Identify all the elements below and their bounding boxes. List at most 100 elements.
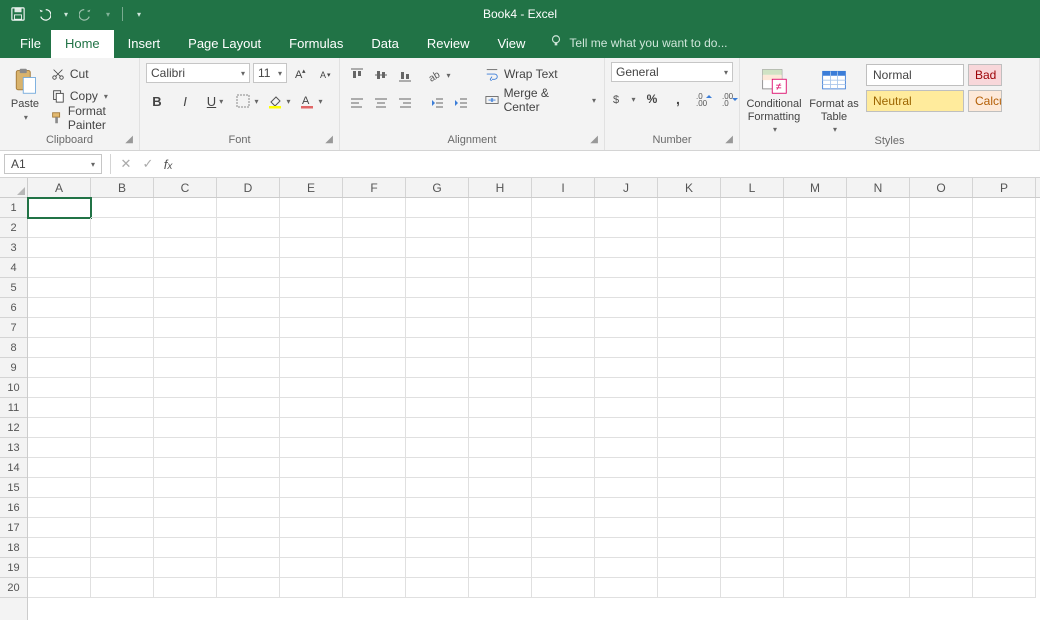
cell[interactable] (28, 398, 91, 418)
cell[interactable] (910, 458, 973, 478)
cell[interactable] (217, 558, 280, 578)
cell[interactable] (595, 258, 658, 278)
cell[interactable] (154, 518, 217, 538)
alignment-launcher-icon[interactable]: ◢ (590, 134, 598, 145)
align-middle-icon[interactable] (370, 64, 392, 86)
comma-button[interactable]: , (667, 88, 689, 110)
cell[interactable] (217, 378, 280, 398)
cell[interactable] (973, 438, 1036, 458)
column-header[interactable]: E (280, 178, 343, 197)
cell[interactable] (658, 258, 721, 278)
cell[interactable] (91, 538, 154, 558)
cell[interactable] (658, 318, 721, 338)
cell[interactable] (721, 438, 784, 458)
cell[interactable] (595, 358, 658, 378)
cell[interactable] (280, 358, 343, 378)
cell[interactable] (91, 258, 154, 278)
cell[interactable] (784, 238, 847, 258)
cell[interactable] (91, 218, 154, 238)
style-calculation[interactable]: Calculation (968, 90, 1002, 112)
align-bottom-icon[interactable] (394, 64, 416, 86)
cell[interactable] (784, 458, 847, 478)
cell[interactable] (280, 498, 343, 518)
cell[interactable] (406, 518, 469, 538)
cell[interactable] (658, 298, 721, 318)
row-header[interactable]: 20 (0, 578, 27, 598)
cell[interactable] (343, 578, 406, 598)
cell[interactable] (532, 258, 595, 278)
merge-center-button[interactable]: Merge & Center ▾ (482, 90, 598, 110)
cell[interactable] (469, 558, 532, 578)
cell[interactable] (406, 418, 469, 438)
cell[interactable] (532, 218, 595, 238)
cell[interactable] (532, 318, 595, 338)
cell[interactable] (91, 298, 154, 318)
cell[interactable] (217, 538, 280, 558)
select-all-corner[interactable] (0, 178, 28, 198)
cell[interactable] (280, 338, 343, 358)
cell[interactable] (973, 198, 1036, 218)
cell[interactable] (469, 458, 532, 478)
column-header[interactable]: O (910, 178, 973, 197)
cell[interactable] (469, 298, 532, 318)
cell[interactable] (28, 378, 91, 398)
wrap-text-button[interactable]: Wrap Text (482, 64, 598, 84)
cell[interactable] (910, 498, 973, 518)
cell[interactable] (595, 298, 658, 318)
style-bad[interactable]: Bad (968, 64, 1002, 86)
cell[interactable] (28, 498, 91, 518)
cell[interactable] (910, 238, 973, 258)
cell[interactable] (280, 398, 343, 418)
cell[interactable] (721, 198, 784, 218)
decrease-indent-icon[interactable] (426, 92, 448, 114)
cell[interactable] (658, 438, 721, 458)
cell[interactable] (217, 438, 280, 458)
cell[interactable] (532, 358, 595, 378)
cell[interactable] (154, 218, 217, 238)
bold-button[interactable]: B (146, 90, 168, 112)
cell[interactable] (280, 478, 343, 498)
cell[interactable] (847, 418, 910, 438)
cell[interactable] (973, 478, 1036, 498)
cell[interactable] (154, 258, 217, 278)
cell[interactable] (91, 318, 154, 338)
cell[interactable] (721, 378, 784, 398)
row-header[interactable]: 9 (0, 358, 27, 378)
number-format-combo[interactable]: General▾ (611, 62, 733, 82)
cell[interactable] (910, 338, 973, 358)
cell[interactable] (658, 238, 721, 258)
row-header[interactable]: 4 (0, 258, 27, 278)
cell[interactable] (721, 418, 784, 438)
cell[interactable] (154, 558, 217, 578)
cell[interactable] (217, 338, 280, 358)
cell[interactable] (973, 498, 1036, 518)
cell[interactable] (658, 378, 721, 398)
cell[interactable] (784, 438, 847, 458)
cell[interactable] (28, 438, 91, 458)
cell[interactable] (280, 438, 343, 458)
cell[interactable] (217, 398, 280, 418)
cell[interactable] (406, 258, 469, 278)
row-header[interactable]: 7 (0, 318, 27, 338)
cell[interactable] (847, 558, 910, 578)
cell[interactable] (217, 358, 280, 378)
cell[interactable] (847, 458, 910, 478)
cell[interactable] (280, 458, 343, 478)
cell[interactable] (910, 538, 973, 558)
cell[interactable] (784, 478, 847, 498)
cell[interactable] (784, 218, 847, 238)
cell[interactable] (280, 558, 343, 578)
cell[interactable] (658, 278, 721, 298)
row-header[interactable]: 14 (0, 458, 27, 478)
tab-home[interactable]: Home (51, 30, 114, 58)
cell[interactable] (532, 478, 595, 498)
cell[interactable] (784, 338, 847, 358)
cell[interactable] (91, 578, 154, 598)
cell[interactable] (91, 438, 154, 458)
cell[interactable] (406, 358, 469, 378)
cell[interactable] (721, 538, 784, 558)
cell[interactable] (343, 538, 406, 558)
cell[interactable] (910, 198, 973, 218)
cell[interactable] (784, 538, 847, 558)
cell[interactable] (343, 298, 406, 318)
